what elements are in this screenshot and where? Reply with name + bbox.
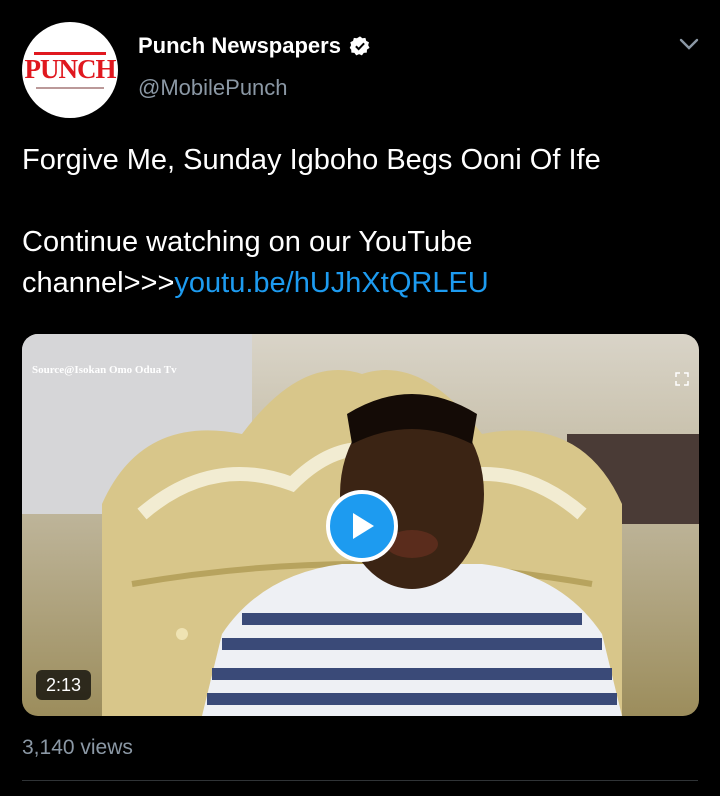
play-icon bbox=[353, 513, 374, 539]
author-name-row[interactable]: Punch Newspapers bbox=[138, 32, 371, 60]
tweet-body: Continue watching on our YouTube channel… bbox=[22, 222, 702, 304]
avatar[interactable]: PUNCH bbox=[22, 22, 118, 118]
tweet-headline: Forgive Me, Sunday Igboho Begs Ooni Of I… bbox=[22, 144, 601, 176]
source-watermark: Source@Isokan Omo Odua Tv bbox=[32, 364, 177, 376]
view-count: 3,140 views bbox=[22, 736, 133, 759]
punch-logo: PUNCH bbox=[24, 54, 117, 84]
expand-icon[interactable] bbox=[675, 372, 689, 386]
author-name[interactable]: Punch Newspapers bbox=[138, 32, 341, 60]
tweet-text: Forgive Me, Sunday Igboho Begs Ooni Of I… bbox=[22, 140, 702, 304]
logo-tagline bbox=[36, 87, 104, 89]
video-duration: 2:13 bbox=[36, 670, 92, 700]
divider bbox=[22, 780, 698, 781]
video-player[interactable]: Source@Isokan Omo Odua Tv 2:13 bbox=[22, 334, 699, 716]
verified-badge-icon bbox=[349, 36, 370, 56]
youtube-link[interactable]: youtu.be/hUJhXtQRLEU bbox=[174, 267, 488, 299]
person-image bbox=[202, 394, 622, 716]
author-handle[interactable]: @MobilePunch bbox=[138, 74, 288, 102]
play-button[interactable] bbox=[326, 490, 398, 562]
chevron-down-icon[interactable] bbox=[676, 34, 702, 54]
